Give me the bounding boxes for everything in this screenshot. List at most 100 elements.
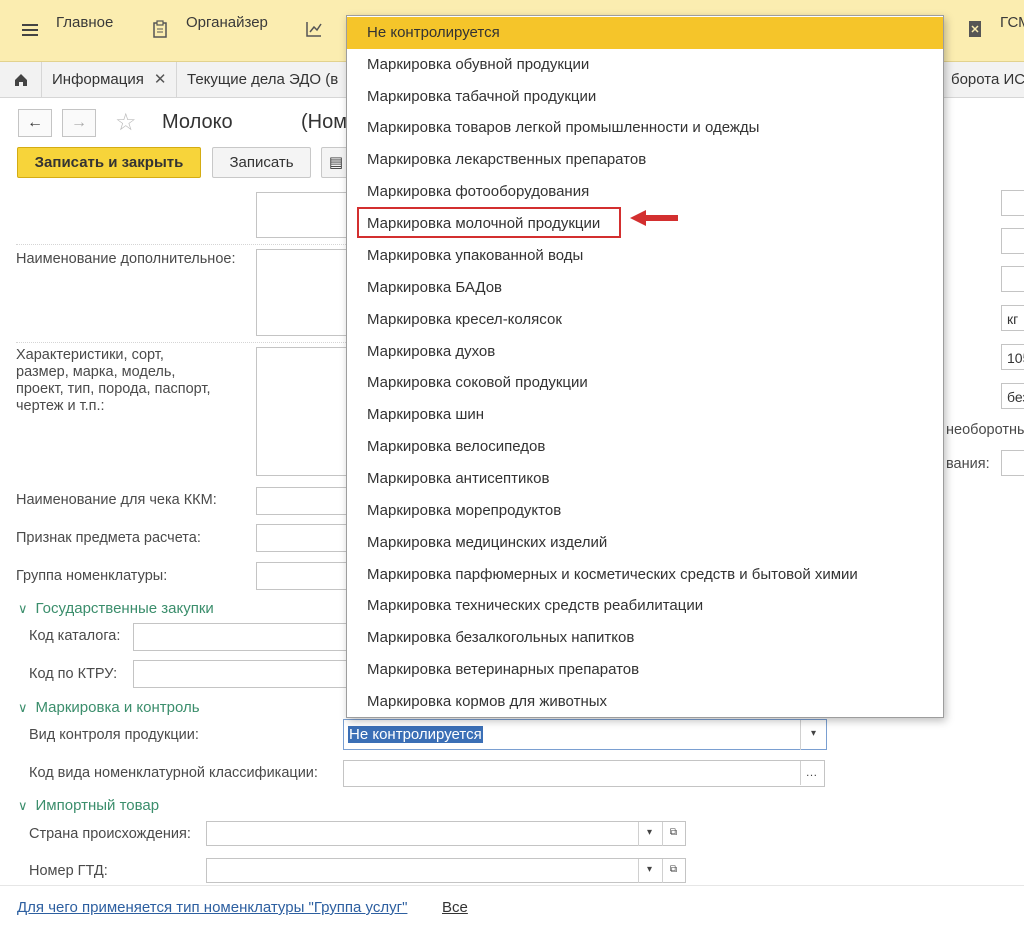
dropdown-item[interactable]: Маркировка табачной продукции — [347, 81, 943, 113]
dropdown-item[interactable]: Маркировка лекарственных препаратов — [347, 144, 943, 176]
home-icon[interactable] — [0, 62, 42, 97]
classification-code-label: Код вида номенклатурной классификации: — [29, 765, 318, 781]
vat-value: без — [1007, 389, 1024, 405]
group-field[interactable] — [256, 562, 351, 590]
footer: Для чего применяется тип номенклатуры "Г… — [0, 885, 1024, 927]
section-gov-procurement[interactable]: ∨ Государственные закупки — [18, 600, 214, 617]
right-field-4[interactable] — [1001, 450, 1024, 476]
tab-is[interactable]: борота ИС — [940, 62, 1024, 97]
control-type-value: Не контролируется — [348, 726, 483, 743]
chevron-down-icon: ∨ — [18, 798, 28, 813]
dropdown-item[interactable]: Маркировка обувной продукции — [347, 49, 943, 81]
star-icon[interactable]: ☆ — [115, 108, 137, 137]
help-link[interactable]: Для чего применяется тип номенклатуры "Г… — [17, 899, 407, 916]
payment-subject-field[interactable] — [256, 524, 351, 552]
chevron-down-icon[interactable]: ▾ — [800, 720, 826, 750]
name-extra-label: Наименование дополнительное: — [16, 251, 236, 267]
ellipsis-icon[interactable]: … — [800, 761, 822, 785]
tab-edo[interactable]: Текущие дела ЭДО (в — [177, 62, 348, 97]
dropdown-item[interactable]: Маркировка морепродуктов — [347, 495, 943, 527]
section-import[interactable]: ∨ Импортный товар — [18, 797, 159, 814]
dropdown-item[interactable]: Маркировка упакованной воды — [347, 240, 943, 272]
dropdown-item-not-controlled[interactable]: Не контролируется — [347, 17, 943, 49]
menu-item-home[interactable]: Главное — [56, 14, 113, 31]
dropdown-item[interactable]: Маркировка соковой продукции — [347, 367, 943, 399]
group-label: Группа номенклатуры: — [16, 568, 168, 584]
unit-value: кг — [1007, 311, 1019, 327]
page-title: Молоко — [162, 111, 233, 133]
chevron-down-icon[interactable]: ▾ — [638, 822, 660, 846]
red-arrow-icon — [630, 210, 678, 226]
all-link[interactable]: Все — [442, 899, 468, 916]
num-value: 105 — [1007, 350, 1024, 366]
menu-hamburger-icon[interactable] — [22, 24, 38, 39]
vat-field[interactable]: без — [1001, 383, 1024, 409]
open-icon[interactable]: ⧉ — [662, 822, 684, 846]
close-icon[interactable]: ✕ — [154, 71, 167, 88]
chevron-down-icon: ∨ — [18, 601, 28, 616]
menu-item-gsm[interactable]: ГСМ — [1000, 14, 1024, 31]
dropdown-item[interactable]: Маркировка фотооборудования — [347, 176, 943, 208]
dropdown-item[interactable]: Маркировка безалкогольных напитков — [347, 622, 943, 654]
gtd-number-label: Номер ГТД: — [29, 863, 108, 879]
dropdown-item[interactable]: Маркировка медицинских изделий — [347, 527, 943, 559]
divider — [16, 244, 346, 245]
control-type-dropdown: Не контролируется Маркировка обувной про… — [346, 15, 944, 718]
unit-field[interactable]: кг — [1001, 305, 1024, 331]
classification-code-field[interactable]: … — [343, 760, 825, 787]
control-type-select[interactable]: Не контролируется ▾ — [343, 719, 827, 750]
section-label: Импортный товар — [35, 797, 160, 814]
open-icon[interactable]: ⧉ — [662, 859, 684, 883]
section-label: Маркировка и контроль — [35, 699, 200, 716]
dropdown-item[interactable]: Маркировка велосипедов — [347, 431, 943, 463]
forward-button[interactable]: → — [62, 109, 96, 137]
section-label: Государственные закупки — [35, 600, 214, 617]
tab-label: борота ИС — [951, 71, 1024, 88]
name-extra-field[interactable] — [256, 249, 351, 336]
dropdown-item[interactable]: Маркировка кресел-колясок — [347, 304, 943, 336]
chart-icon[interactable] — [305, 20, 322, 38]
country-field[interactable]: ▾ ⧉ — [206, 821, 686, 846]
calculator-icon[interactable] — [968, 20, 984, 38]
vaniya-label: вания: — [946, 456, 990, 472]
num-field[interactable]: 105 — [1001, 344, 1024, 370]
catalog-code-field[interactable] — [133, 623, 351, 651]
gtd-number-field[interactable]: ▾ ⧉ — [206, 858, 686, 883]
clipboard-icon[interactable] — [152, 20, 168, 38]
right-field-1[interactable] — [1001, 190, 1024, 216]
dropdown-item[interactable]: Маркировка антисептиков — [347, 463, 943, 495]
control-type-label: Вид контроля продукции: — [29, 727, 199, 743]
page-subtitle: (Ном — [301, 111, 347, 133]
dropdown-item[interactable]: Маркировка духов — [347, 336, 943, 368]
save-and-close-button[interactable]: Записать и закрыть — [17, 147, 201, 178]
dropdown-item[interactable]: Маркировка БАДов — [347, 272, 943, 304]
kkm-name-label: Наименование для чека ККМ: — [16, 492, 217, 508]
right-field-2[interactable] — [1001, 228, 1024, 254]
section-marking-control[interactable]: ∨ Маркировка и контроль — [18, 699, 200, 716]
chevron-down-icon: ∨ — [18, 700, 28, 715]
right-field-3[interactable] — [1001, 266, 1024, 292]
dropdown-item[interactable]: Маркировка ветеринарных препаратов — [347, 654, 943, 686]
ktru-code-field[interactable] — [133, 660, 351, 688]
payment-subject-label: Признак предмета расчета: — [16, 530, 201, 546]
tab-label: Текущие дела ЭДО (в — [187, 71, 339, 88]
country-label: Страна происхождения: — [29, 826, 191, 842]
catalog-code-label: Код каталога: — [29, 628, 121, 644]
menu-item-organizer[interactable]: Органайзер — [186, 14, 268, 31]
noncurrent-label: необоротны — [946, 422, 1024, 438]
kkm-name-field[interactable] — [256, 487, 351, 515]
tab-label: Информация — [52, 71, 144, 88]
dropdown-item[interactable]: Маркировка товаров легкой промышленности… — [347, 112, 943, 144]
divider — [16, 342, 346, 343]
dropdown-item[interactable]: Маркировка технических средств реабилита… — [347, 590, 943, 622]
characteristics-field[interactable] — [256, 347, 351, 476]
ktru-code-label: Код по КТРУ: — [29, 666, 118, 682]
name-field[interactable] — [256, 192, 351, 238]
dropdown-item[interactable]: Маркировка парфюмерных и косметических с… — [347, 559, 943, 591]
save-button[interactable]: Записать — [212, 147, 311, 178]
tab-information[interactable]: Информация ✕ — [42, 62, 178, 97]
chevron-down-icon[interactable]: ▾ — [638, 859, 660, 883]
back-button[interactable]: ← — [18, 109, 52, 137]
dropdown-item[interactable]: Маркировка шин — [347, 399, 943, 431]
dropdown-item[interactable]: Маркировка кормов для животных — [347, 686, 943, 718]
